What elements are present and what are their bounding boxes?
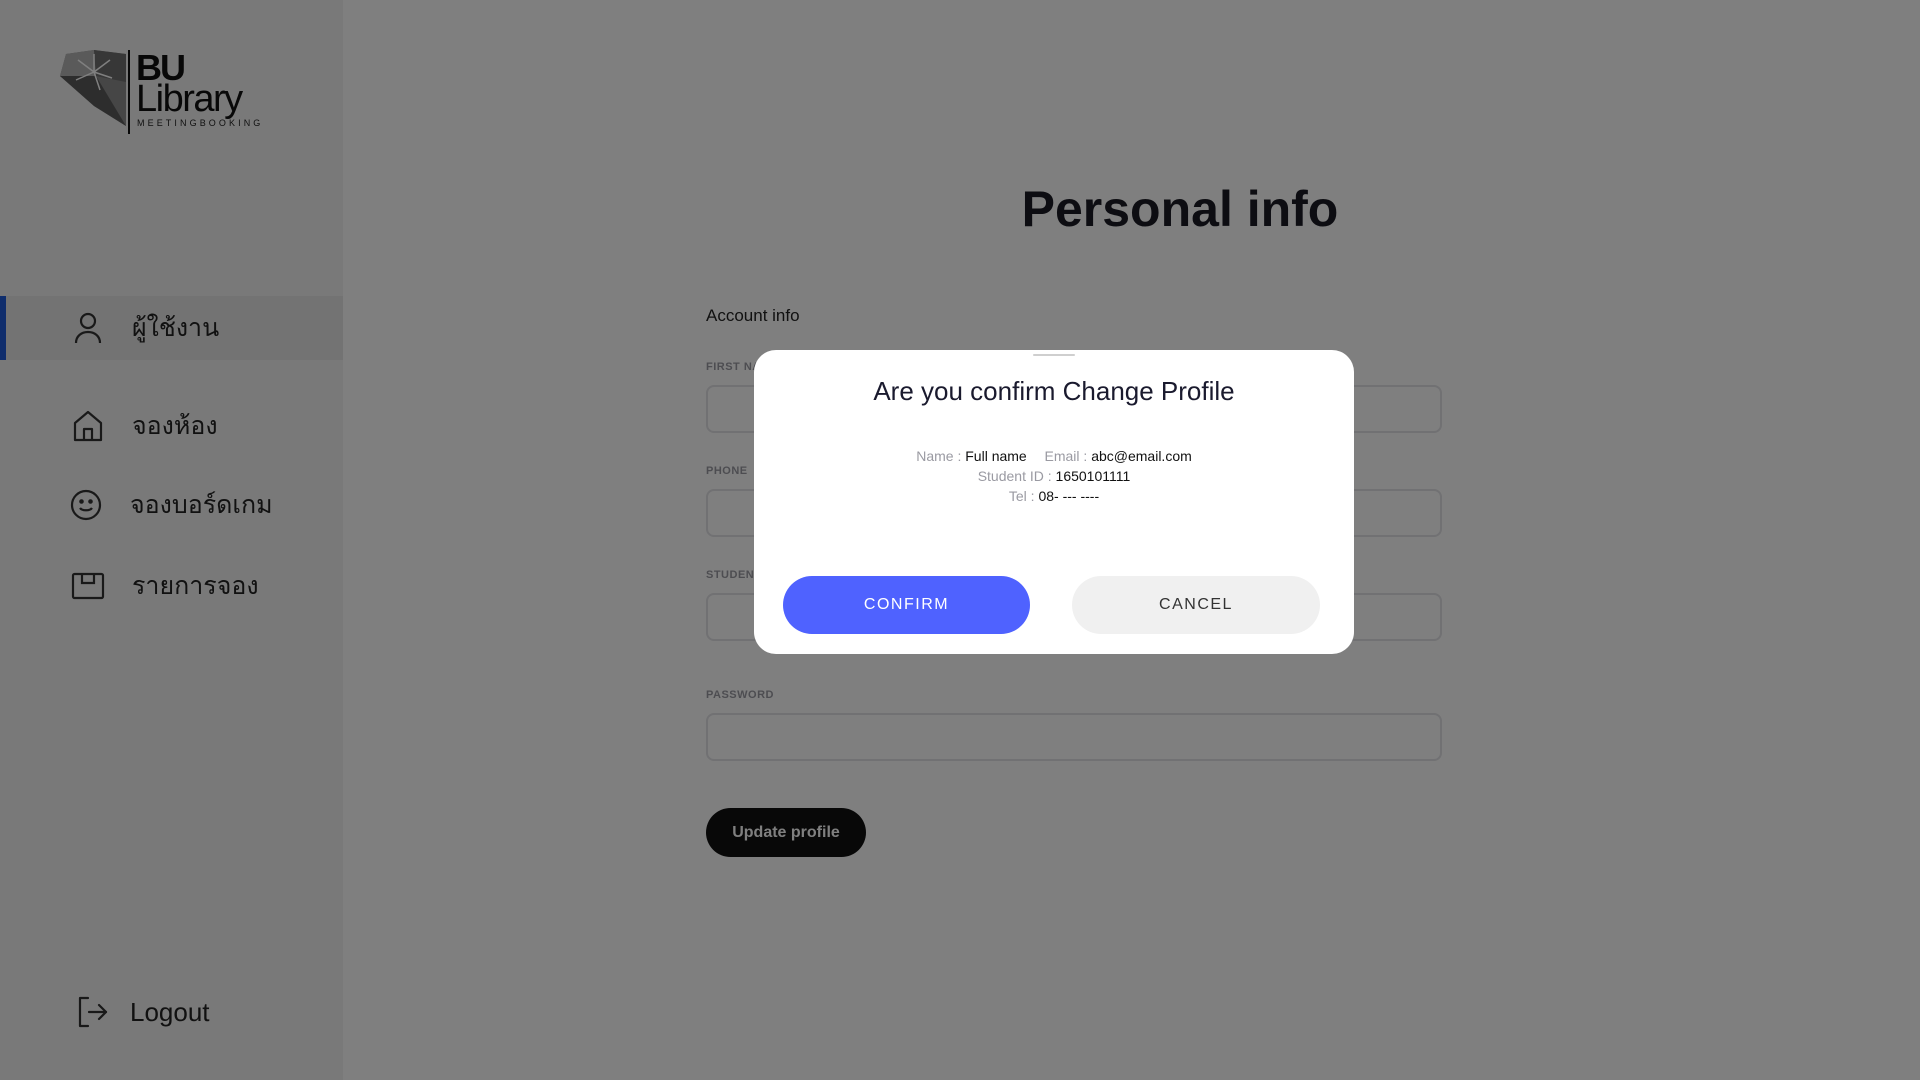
confirm-button[interactable]: CONFIRM — [783, 576, 1030, 634]
name-key: Name : — [916, 448, 962, 464]
dialog-handle — [1033, 354, 1075, 356]
summary-row-student: Student ID : 1650101111 — [754, 466, 1354, 486]
dialog-title: Are you confirm Change Profile — [873, 376, 1235, 406]
student-id-value: 1650101111 — [1055, 468, 1131, 484]
student-id-key: Student ID : — [977, 468, 1052, 484]
summary-row-tel: Tel : 08- --- ---- — [754, 486, 1354, 506]
name-value: Full name — [965, 448, 1027, 464]
summary-row-name-email: Name : Full name Email : abc@email.com — [754, 446, 1354, 466]
tel-value: 08- --- ---- — [1038, 488, 1100, 504]
confirm-dialog: Are you confirm Change Profile Name : Fu… — [754, 350, 1354, 654]
cancel-button[interactable]: CANCEL — [1072, 576, 1320, 634]
email-value: abc@email.com — [1091, 448, 1192, 464]
tel-key: Tel : — [1008, 488, 1035, 504]
email-key: Email : — [1044, 448, 1088, 464]
profile-summary: Name : Full name Email : abc@email.com S… — [754, 446, 1354, 506]
